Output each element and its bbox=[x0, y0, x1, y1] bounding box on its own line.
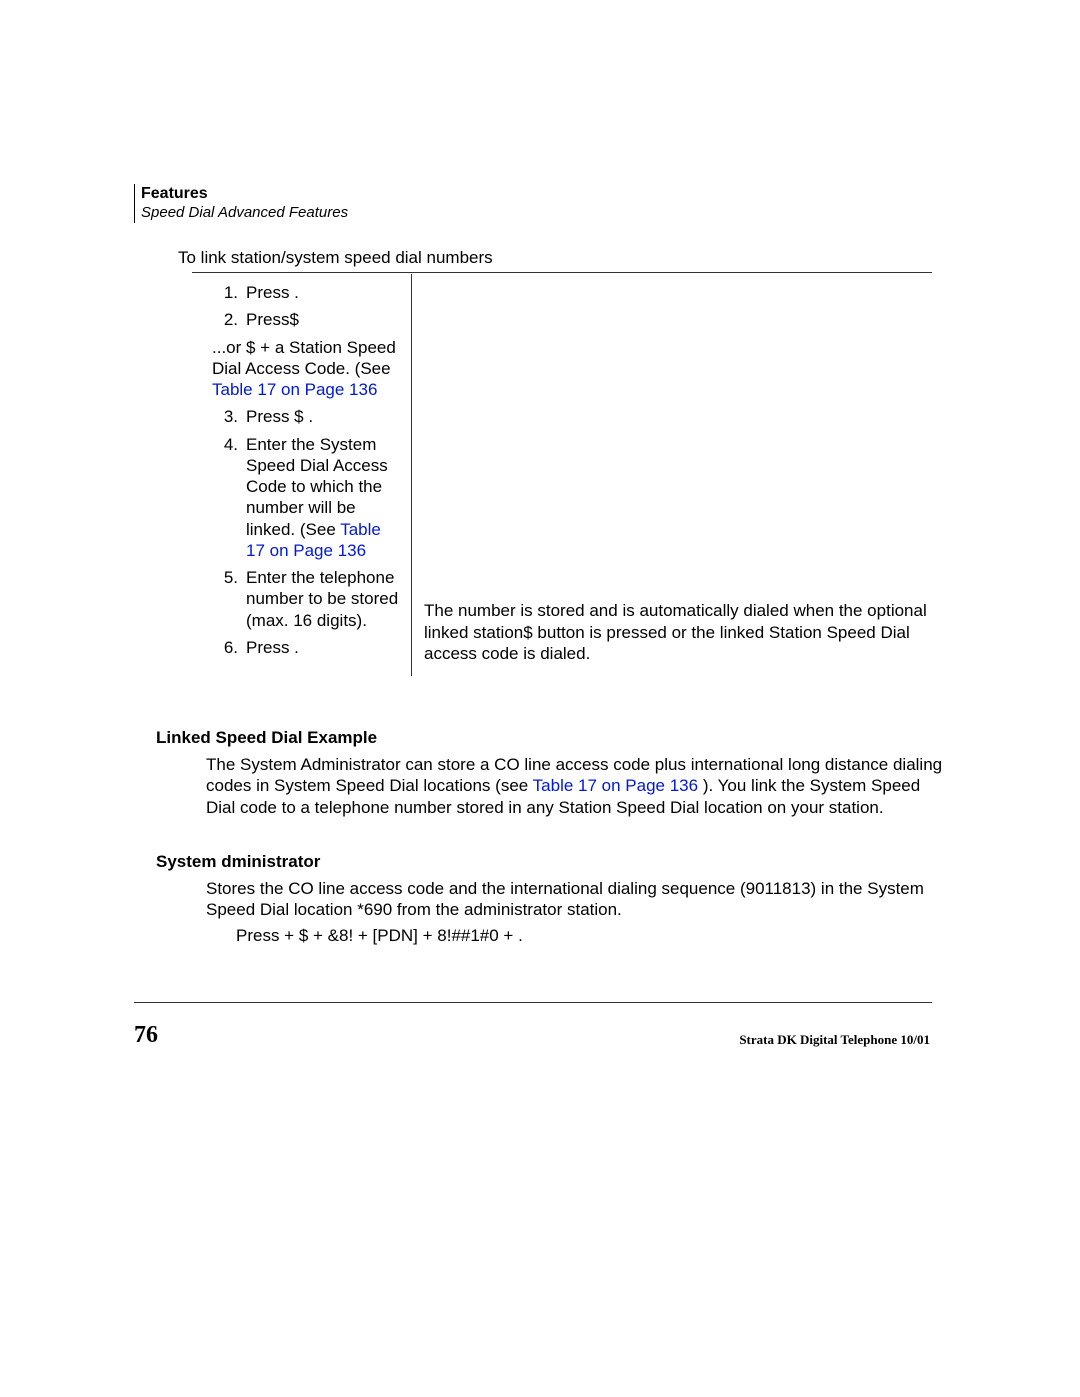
step-4: 4. Enter the System Speed Dial Access Co… bbox=[212, 434, 403, 562]
right-note: The number is stored and is automaticall… bbox=[424, 600, 932, 664]
footer-rule bbox=[134, 1002, 932, 1003]
notes-column: The number is stored and is automaticall… bbox=[412, 274, 932, 676]
steps-column: 1. Press . 2. Press$ ...or $ + a Station… bbox=[192, 274, 412, 676]
cross-ref-link[interactable]: Table 17 on Page 136 bbox=[533, 776, 698, 795]
divider bbox=[192, 272, 932, 273]
page-header: Features Speed Dial Advanced Features bbox=[134, 184, 348, 223]
example-paragraph: The System Administrator can store a CO … bbox=[206, 754, 946, 818]
step-text: Press . bbox=[246, 637, 403, 658]
page-number: 76 bbox=[134, 1022, 158, 1049]
step-5: 5. Enter the telephone number to be stor… bbox=[212, 567, 403, 631]
footer-line: Strata DK Digital Telephone 10/01 bbox=[739, 1032, 930, 1048]
document-page: Features Speed Dial Advanced Features To… bbox=[0, 0, 1080, 1397]
header-subtitle: Speed Dial Advanced Features bbox=[141, 204, 348, 223]
example-between: (see bbox=[495, 776, 533, 795]
step-text: Enter the System Speed Dial Access Code … bbox=[246, 434, 403, 562]
or-pre: ...or $ + a Station Speed Dial Access Co… bbox=[212, 338, 396, 378]
or-block: ...or $ + a Station Speed Dial Access Co… bbox=[212, 337, 403, 401]
step-text: Press . bbox=[246, 282, 403, 303]
step-number: 5. bbox=[212, 567, 238, 631]
admin-paragraph: Stores the CO line access code and the i… bbox=[206, 878, 946, 921]
step-text: Press$ bbox=[246, 309, 403, 330]
step-number: 1. bbox=[212, 282, 238, 303]
step-6: 6. Press . bbox=[212, 637, 403, 658]
press-sequence: Press + $ + &8! + [PDN] + 8!##1#0 + . bbox=[236, 926, 523, 946]
cross-ref-link[interactable]: Table 17 on Page 136 bbox=[212, 380, 377, 399]
step-2: 2. Press$ bbox=[212, 309, 403, 330]
header-title: Features bbox=[141, 184, 348, 204]
two-column-block: 1. Press . 2. Press$ ...or $ + a Station… bbox=[192, 274, 932, 676]
step-number: 2. bbox=[212, 309, 238, 330]
example-section: Linked Speed Dial Example The System Adm… bbox=[156, 728, 936, 818]
step-number: 3. bbox=[212, 406, 238, 427]
admin-section: System dministrator Stores the CO line a… bbox=[156, 852, 936, 921]
step-text: Press $ . bbox=[246, 406, 403, 427]
step-number: 6. bbox=[212, 637, 238, 658]
example-heading: Linked Speed Dial Example bbox=[156, 728, 936, 748]
step-1: 1. Press . bbox=[212, 282, 403, 303]
step-number: 4. bbox=[212, 434, 238, 562]
lead-line: To link station/system speed dial number… bbox=[178, 248, 493, 268]
step-3: 3. Press $ . bbox=[212, 406, 403, 427]
admin-heading: System dministrator bbox=[156, 852, 936, 872]
step-text: Enter the telephone number to be stored … bbox=[246, 567, 403, 631]
